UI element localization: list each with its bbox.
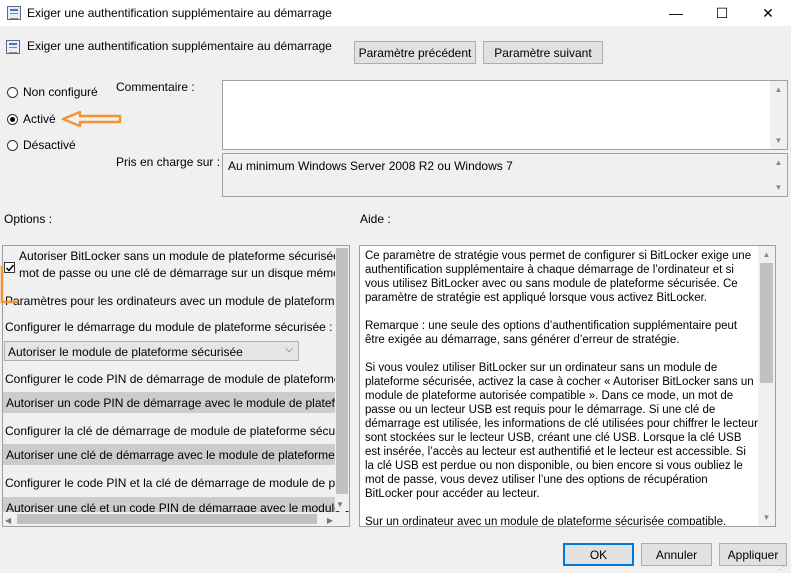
annotation-arrow-icon xyxy=(61,110,122,128)
scroll-up-icon[interactable]: ▲ xyxy=(770,81,787,98)
radio-disabled[interactable]: Désactivé xyxy=(7,138,76,152)
policy-name: Exiger une authentification supplémentai… xyxy=(27,39,332,53)
configure-tpm-pin-value: Autoriser un code PIN de démarrage avec … xyxy=(6,396,349,410)
supported-on-value: Au minimum Windows Server 2008 R2 ou Win… xyxy=(228,159,513,173)
radio-circle-enabled[interactable] xyxy=(7,113,18,125)
radio-not-configured[interactable]: Non configuré xyxy=(7,85,98,99)
scroll-up-icon[interactable]: ▲ xyxy=(758,246,775,263)
options-vertical-thumb[interactable] xyxy=(336,248,348,494)
help-text-area: Ce paramètre de stratégie vous permet de… xyxy=(365,249,758,525)
configure-tpm-keypin-label: Configurer le code PIN et la clé de déma… xyxy=(5,476,349,490)
help-vertical-thumb[interactable] xyxy=(760,263,773,383)
tpm-settings-heading: Paramètres pour les ordinateurs avec un … xyxy=(5,294,349,308)
help-vertical-scrollbar[interactable]: ▲ ▼ xyxy=(758,246,775,526)
supported-on-box: Au minimum Windows Server 2008 R2 ou Win… xyxy=(222,153,788,197)
radio-label-disabled: Désactivé xyxy=(23,138,76,152)
help-panel: Ce paramètre de stratégie vous permet de… xyxy=(359,245,776,527)
radio-circle-disabled[interactable] xyxy=(7,139,18,151)
close-button[interactable]: ✕ xyxy=(745,0,791,26)
scroll-down-icon[interactable]: ▼ xyxy=(770,179,787,196)
checkbox-label-line2: mot de passe ou une clé de démarrage sur… xyxy=(19,266,350,280)
scroll-right-icon[interactable]: ▶ xyxy=(327,516,333,525)
apply-button[interactable]: Appliquer xyxy=(719,543,787,566)
configure-tpm-pin-label: Configurer le code PIN de démarrage de m… xyxy=(5,372,349,386)
comment-label: Commentaire : xyxy=(116,80,195,94)
configure-tpm-pin-select[interactable]: Autoriser un code PIN de démarrage avec … xyxy=(3,392,349,413)
supported-on-label: Pris en charge sur : xyxy=(116,155,221,169)
configure-tpm-key-select[interactable]: Autoriser une clé de démarrage avec le m… xyxy=(3,444,349,465)
supported-scrollbar[interactable]: ▲ ▼ xyxy=(770,154,787,196)
minimize-button[interactable]: — xyxy=(653,0,699,26)
options-section-label: Options : xyxy=(4,212,53,226)
chevron-down-icon: ⌵ xyxy=(285,344,293,355)
scroll-up-icon[interactable]: ▲ xyxy=(770,154,787,171)
ok-button[interactable]: OK xyxy=(563,543,634,566)
comment-scrollbar[interactable]: ▲ ▼ xyxy=(770,81,787,149)
next-setting-button[interactable]: Paramètre suivant xyxy=(483,41,603,64)
configure-tpm-startup-label: Configurer le démarrage du module de pla… xyxy=(5,320,333,334)
radio-circle-not-configured[interactable] xyxy=(7,86,18,98)
help-paragraph-4: Sur un ordinateur avec un module de plat… xyxy=(365,516,727,525)
options-panel: Autoriser BitLocker sans un module de pl… xyxy=(2,245,350,527)
checkbox-label-line1: Autoriser BitLocker sans un module de pl… xyxy=(19,249,349,263)
help-section-label: Aide : xyxy=(360,212,391,226)
radio-label-not-configured: Non configuré xyxy=(23,85,98,99)
policy-icon xyxy=(6,40,20,54)
policy-app-icon xyxy=(7,6,21,20)
options-horizontal-scrollbar[interactable]: ◀ ▶ xyxy=(3,512,349,526)
configure-tpm-startup-value: Autoriser le module de plateforme sécuri… xyxy=(8,345,243,359)
options-vertical-scrollbar[interactable]: ▼ xyxy=(335,246,349,511)
annotation-bracket-icon xyxy=(0,266,18,304)
radio-label-enabled: Activé xyxy=(23,112,56,126)
previous-setting-button[interactable]: Paramètre précédent xyxy=(354,41,476,64)
comment-textarea[interactable]: ▲ ▼ xyxy=(222,80,788,150)
title-bar: Exiger une authentification supplémentai… xyxy=(0,0,791,26)
radio-enabled[interactable]: Activé xyxy=(7,112,56,126)
options-horizontal-thumb[interactable] xyxy=(17,514,317,524)
configure-tpm-startup-select[interactable]: Autoriser le module de plateforme sécuri… xyxy=(4,341,299,361)
maximize-button[interactable]: ☐ xyxy=(699,0,745,26)
scroll-left-icon[interactable]: ◀ xyxy=(5,516,11,525)
window-title: Exiger une authentification supplémentai… xyxy=(27,6,332,20)
resize-grip-icon[interactable]: ⋰ xyxy=(779,561,789,571)
scroll-down-icon[interactable]: ▼ xyxy=(770,132,787,149)
configure-tpm-key-label: Configurer la clé de démarrage de module… xyxy=(5,424,350,438)
cancel-button[interactable]: Annuler xyxy=(641,543,712,566)
help-paragraph-2: Remarque : une seule des options d’authe… xyxy=(365,320,738,346)
scroll-down-icon[interactable]: ▼ xyxy=(336,500,344,509)
help-paragraph-3: Si vous voulez utiliser BitLocker sur un… xyxy=(365,362,758,500)
help-paragraph-1: Ce paramètre de stratégie vous permet de… xyxy=(365,250,752,304)
scroll-down-icon[interactable]: ▼ xyxy=(758,509,775,526)
configure-tpm-key-value: Autoriser une clé de démarrage avec le m… xyxy=(6,448,349,462)
